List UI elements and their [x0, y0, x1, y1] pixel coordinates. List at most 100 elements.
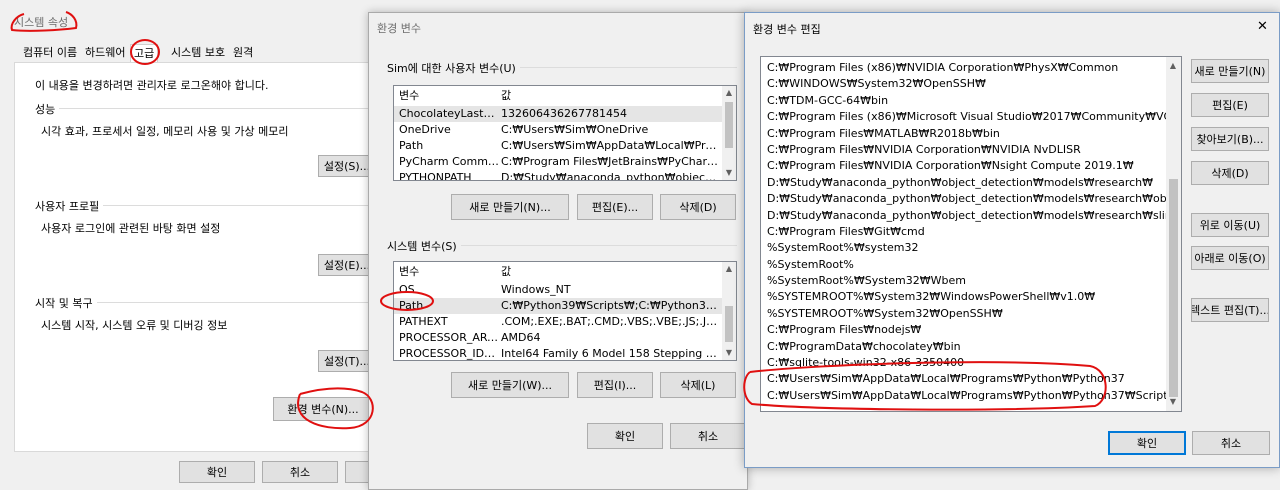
user-variables-grid[interactable]: 변수 값 ChocolateyLastPath... 1326064362677… [393, 85, 737, 181]
list-item[interactable]: C:₩Program Files₩Git₩cmd [761, 224, 1167, 240]
tab-advanced[interactable]: 고급 [130, 44, 159, 62]
tab-strip: 컴퓨터 이름 하드웨어 고급 시스템 보호 원격 [14, 44, 369, 62]
edit-text-button[interactable]: 텍스트 편집(T)... [1191, 298, 1269, 322]
user-new-button[interactable]: 새로 만들기(N)... [451, 194, 569, 220]
ok-button[interactable]: 확인 [1108, 431, 1186, 455]
list-item[interactable]: D:₩Study₩anaconda_python₩object_detectio… [761, 208, 1167, 224]
system-edit-button[interactable]: 편집(I)... [577, 372, 653, 398]
list-item[interactable]: D:₩Study₩anaconda_python₩object_detectio… [761, 175, 1167, 191]
tab-system-protection[interactable]: 시스템 보호 [168, 44, 228, 62]
tab-remote[interactable]: 원격 [230, 44, 256, 62]
list-item[interactable]: %SystemRoot%₩system32 [761, 240, 1167, 256]
tab-computer-name[interactable]: 컴퓨터 이름 [20, 44, 80, 62]
new-button[interactable]: 새로 만들기(N) [1191, 59, 1269, 83]
variable-name: PyCharm Communi... [399, 155, 499, 168]
list-item[interactable]: C:₩sqlite-tools-win32-x86-3350400 [761, 355, 1167, 371]
list-item[interactable]: C:₩Users₩Sim₩AppData₩Local₩Programs₩Pyth… [761, 388, 1167, 404]
table-row[interactable]: Path C:₩Python39₩Scripts₩;C:₩Python39₩;C… [394, 298, 736, 314]
variable-value: C:₩Python39₩Scripts₩;C:₩Python39₩;C:₩Pro… [501, 299, 719, 312]
vertical-scrollbar[interactable]: ▲ ▼ [1166, 57, 1181, 411]
performance-desc: 시각 효과, 프로세서 일정, 메모리 사용 및 가상 메모리 [41, 125, 289, 138]
list-item[interactable]: %SystemRoot% [761, 257, 1167, 273]
system-delete-button[interactable]: 삭제(L) [660, 372, 736, 398]
list-item[interactable]: C:₩WINDOWS₩System32₩OpenSSH₩ [761, 76, 1167, 92]
variable-value: Windows_NT [501, 283, 571, 296]
grid-header: 변수 값 [394, 86, 736, 106]
list-item[interactable]: %SYSTEMROOT%₩System32₩OpenSSH₩ [761, 306, 1167, 322]
move-up-button[interactable]: 위로 이동(U) [1191, 213, 1269, 237]
list-item[interactable]: C:₩Program Files₩nodejs₩ [761, 322, 1167, 338]
scroll-thumb[interactable] [725, 306, 733, 342]
performance-label: 성능 [35, 101, 60, 117]
vertical-scrollbar[interactable]: ▲ ▼ [722, 86, 736, 180]
scroll-down-icon[interactable]: ▼ [722, 346, 736, 360]
path-list-items: C:₩Program Files (x86)₩NVIDIA Corporatio… [761, 60, 1167, 404]
variable-value: AMD64 [501, 331, 541, 344]
vertical-scrollbar[interactable]: ▲ ▼ [722, 262, 736, 360]
list-item[interactable]: C:₩TDM-GCC-64₩bin [761, 93, 1167, 109]
system-variables-label: 시스템 변수(S) [387, 238, 461, 254]
user-delete-button[interactable]: 삭제(D) [660, 194, 736, 220]
system-variables-grid[interactable]: 변수 값 OS Windows_NT Path C:₩Python39₩Scri… [393, 261, 737, 361]
column-header-variable[interactable]: 변수 [399, 262, 499, 282]
scroll-up-icon[interactable]: ▲ [722, 262, 736, 276]
table-row[interactable]: OS Windows_NT [394, 282, 736, 298]
list-item[interactable]: %SYSTEMROOT%₩System32₩WindowsPowerShell₩… [761, 289, 1167, 305]
variable-name: Path [399, 139, 424, 152]
list-item[interactable]: %SystemRoot%₩System32₩Wbem [761, 273, 1167, 289]
list-item[interactable]: C:₩Program Files₩NVIDIA Corporation₩NVID… [761, 142, 1167, 158]
table-row[interactable]: PYTHONPATH D:₩Study₩anaconda_python₩obje… [394, 170, 736, 181]
browse-button[interactable]: 찾아보기(B)... [1191, 127, 1269, 151]
list-item[interactable]: D:₩Study₩anaconda_python₩object_detectio… [761, 191, 1167, 207]
tab-hardware[interactable]: 하드웨어 [82, 44, 128, 62]
variable-value: Intel64 Family 6 Model 158 Stepping 9, G… [501, 347, 719, 360]
list-item[interactable]: C:₩Program Files₩MATLAB₩R2018b₩bin [761, 126, 1167, 142]
scroll-down-icon[interactable]: ▼ [722, 166, 736, 180]
variable-name: PROCESSOR_IDENT... [399, 347, 499, 360]
table-row[interactable]: Path C:₩Users₩Sim₩AppData₩Local₩Programs… [394, 138, 736, 154]
edit-button[interactable]: 편집(E) [1191, 93, 1269, 117]
close-icon[interactable]: ✕ [1257, 19, 1268, 34]
list-item[interactable]: C:₩Users₩Sim₩AppData₩Local₩Programs₩Pyth… [761, 371, 1167, 387]
system-new-button[interactable]: 새로 만들기(W)... [451, 372, 569, 398]
list-item[interactable]: C:₩ProgramData₩chocolatey₩bin [761, 339, 1167, 355]
user-edit-button[interactable]: 편집(E)... [577, 194, 653, 220]
user-profile-label: 사용자 프로필 [35, 198, 104, 214]
table-row[interactable]: OneDrive C:₩Users₩Sim₩OneDrive [394, 122, 736, 138]
column-header-variable[interactable]: 변수 [399, 86, 499, 106]
variable-value: C:₩Program Files₩JetBrains₩PyCharm Comm.… [501, 155, 719, 168]
admin-note: 이 내용을 변경하려면 관리자로 로그온해야 합니다. [35, 79, 269, 92]
variable-value: C:₩Users₩Sim₩OneDrive [501, 123, 649, 136]
cancel-button[interactable]: 취소 [1192, 431, 1270, 455]
table-row[interactable]: ChocolateyLastPath... 132606436267781454 [394, 106, 736, 122]
scroll-up-icon[interactable]: ▲ [722, 86, 736, 100]
table-row[interactable]: PROCESSOR_IDENT... Intel64 Family 6 Mode… [394, 346, 736, 360]
ok-button[interactable]: 확인 [587, 423, 663, 449]
table-row[interactable]: PATHEXT .COM;.EXE;.BAT;.CMD;.VBS;.VBE;.J… [394, 314, 736, 330]
column-header-value[interactable]: 값 [501, 86, 719, 106]
edit-environment-variable-window: 환경 변수 편집 ✕ C:₩Program Files (x86)₩NVIDIA… [744, 12, 1280, 468]
startup-recovery-label: 시작 및 복구 [35, 295, 97, 311]
list-item[interactable]: C:₩Program Files₩NVIDIA Corporation₩Nsig… [761, 158, 1167, 174]
user-variables-label: Sim에 대한 사용자 변수(U) [387, 60, 520, 76]
cancel-button[interactable]: 취소 [670, 423, 746, 449]
variable-name: ChocolateyLastPath... [399, 107, 499, 120]
variable-value: D:₩Study₩anaconda_python₩object_detecti.… [501, 171, 719, 181]
environment-variables-button[interactable]: 환경 변수(N)... [273, 397, 373, 421]
scroll-down-icon[interactable]: ▼ [1166, 395, 1180, 409]
list-item[interactable]: C:₩Program Files (x86)₩Microsoft Visual … [761, 109, 1167, 125]
path-list[interactable]: C:₩Program Files (x86)₩NVIDIA Corporatio… [760, 56, 1182, 412]
table-row[interactable]: PROCESSOR_ARCH... AMD64 [394, 330, 736, 346]
ok-button[interactable]: 확인 [179, 461, 255, 483]
list-item[interactable]: C:₩Program Files (x86)₩NVIDIA Corporatio… [761, 60, 1167, 76]
scroll-up-icon[interactable]: ▲ [1166, 59, 1180, 73]
variable-name: PYTHONPATH [399, 171, 472, 181]
cancel-button[interactable]: 취소 [262, 461, 338, 483]
move-down-button[interactable]: 아래로 이동(O) [1191, 246, 1269, 270]
column-header-value[interactable]: 값 [501, 262, 719, 282]
table-row[interactable]: PyCharm Communi... C:₩Program Files₩JetB… [394, 154, 736, 170]
scroll-thumb[interactable] [725, 102, 733, 148]
scroll-thumb[interactable] [1169, 179, 1178, 397]
variable-name: OneDrive [399, 123, 451, 136]
delete-button[interactable]: 삭제(D) [1191, 161, 1269, 185]
